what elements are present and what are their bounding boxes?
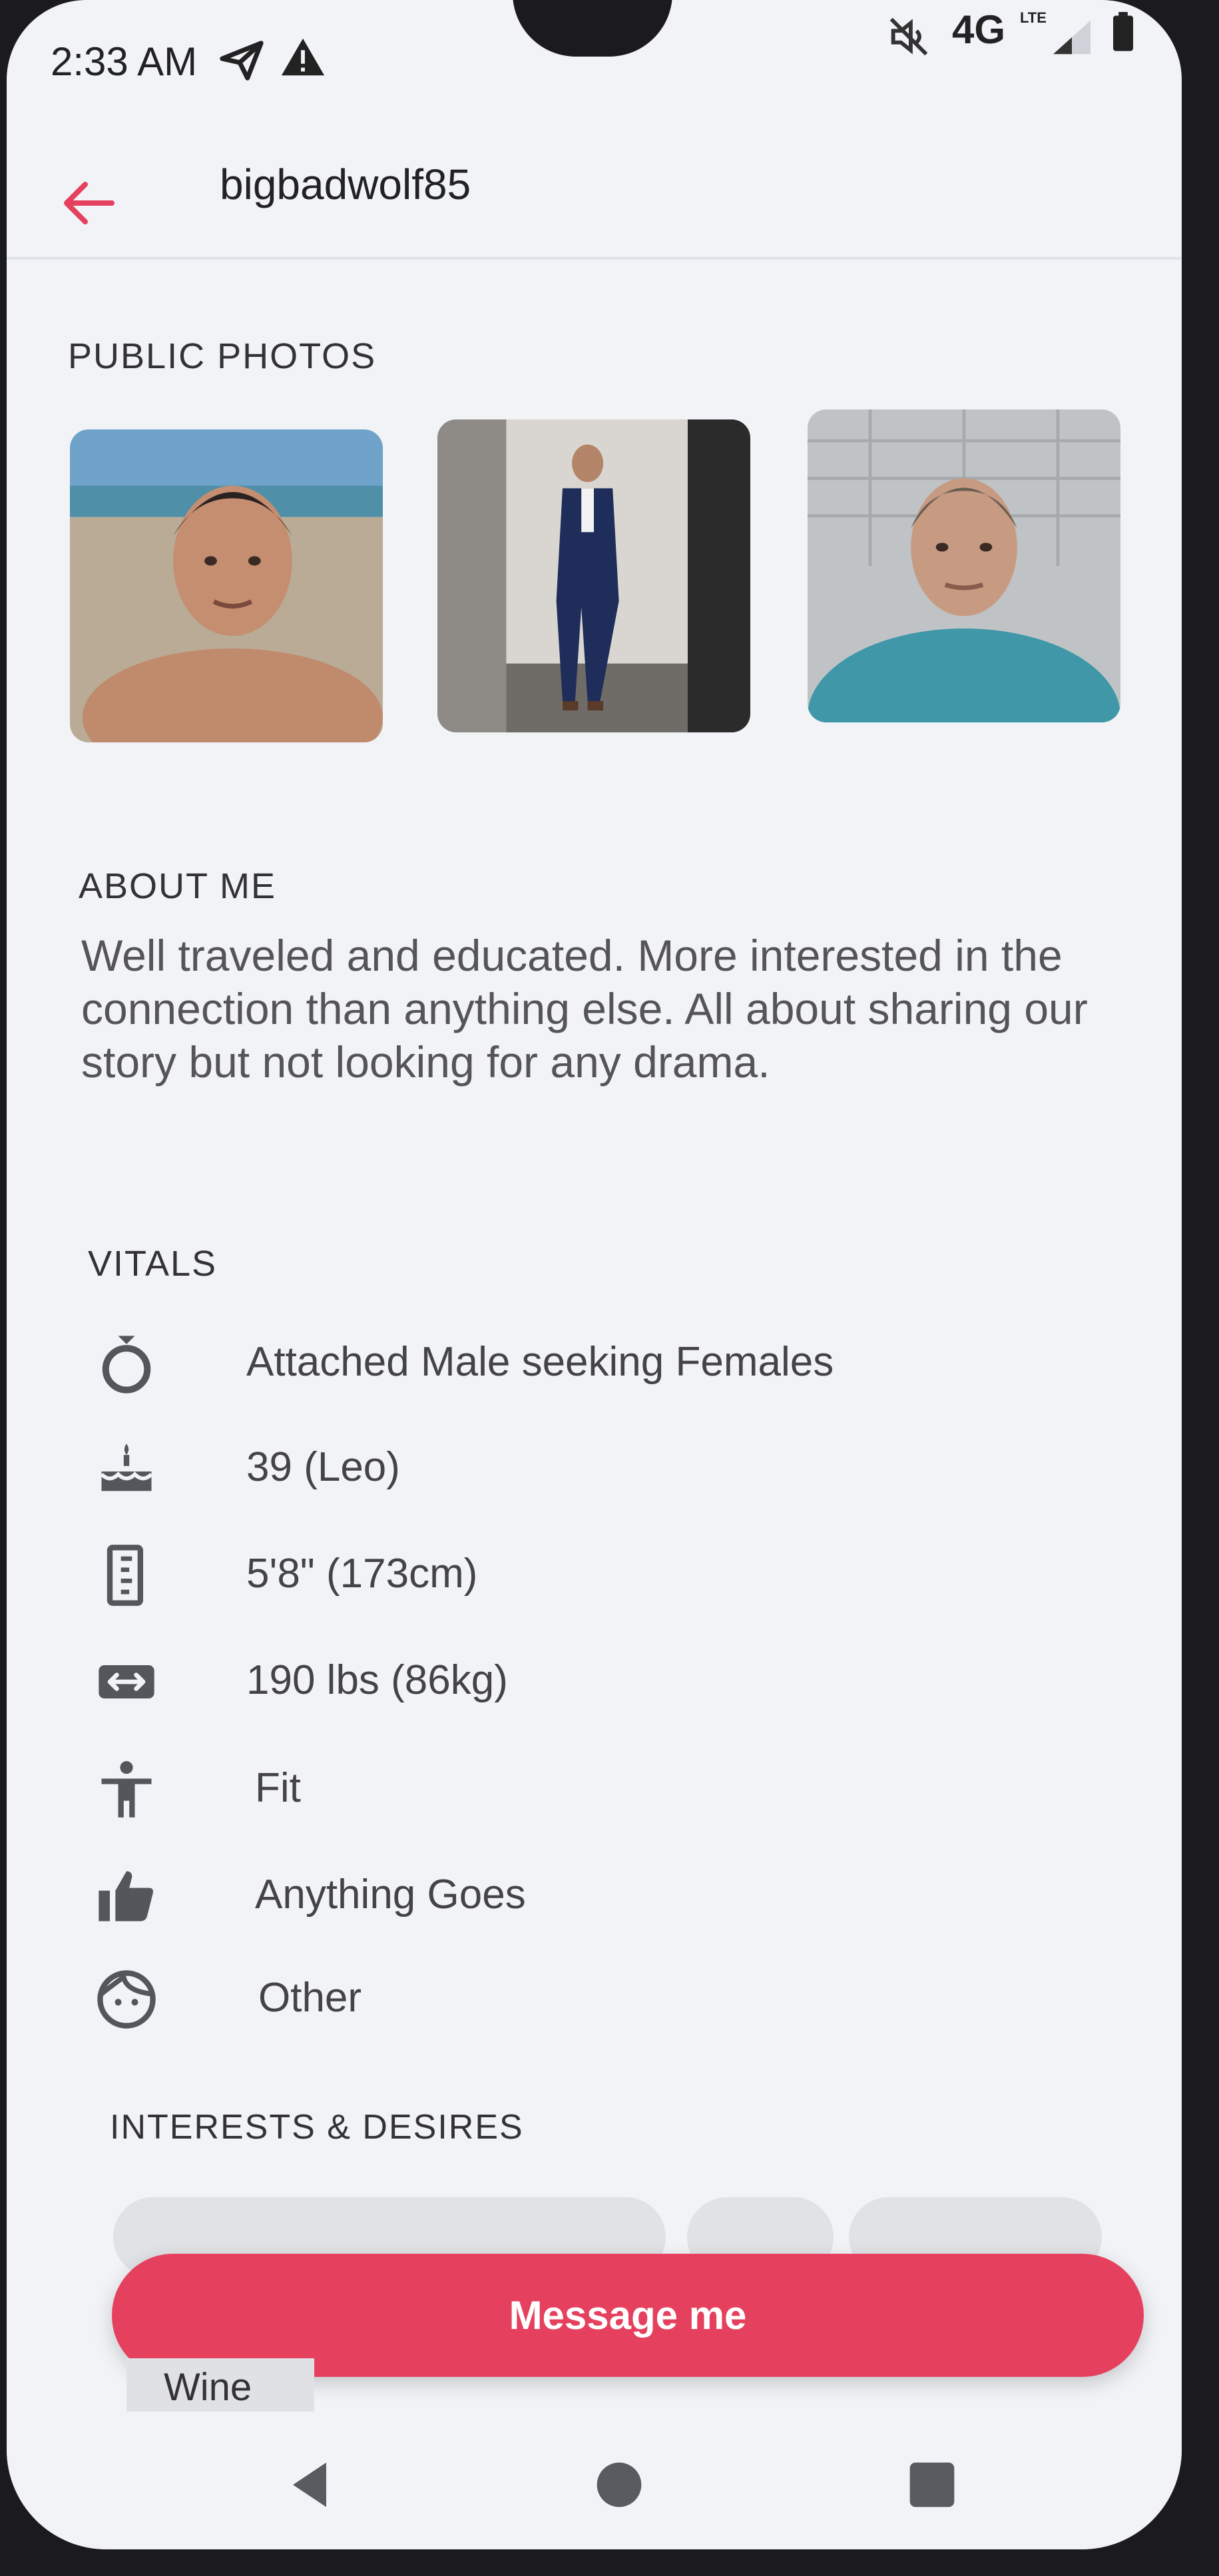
vital-text: Anything Goes xyxy=(255,1872,526,1918)
mute-icon xyxy=(889,17,928,56)
public-photos-title: PUBLIC PHOTOS xyxy=(68,336,377,376)
vital-body-type: Fit xyxy=(93,1751,1092,1831)
thumbs-up-icon xyxy=(99,1871,153,1922)
vital-relationship: Attached Male seeking Females xyxy=(93,1325,1092,1405)
status-time: 2:33 AM xyxy=(51,39,198,84)
vital-text: Fit xyxy=(255,1765,301,1811)
signal-icon xyxy=(1053,20,1091,55)
width-arrows-icon xyxy=(99,1665,154,1698)
interest-chip-label: Wine xyxy=(164,2366,252,2409)
profile-username: bigbadwolf85 xyxy=(220,160,471,208)
public-photo-1[interactable] xyxy=(70,429,383,742)
nav-back-icon[interactable] xyxy=(276,2451,343,2518)
warning-icon xyxy=(281,38,325,76)
face-icon xyxy=(97,1970,156,2029)
warehouse-selfie-photo xyxy=(808,409,1120,722)
cake-icon xyxy=(100,1443,153,1491)
interests-title: INTERESTS & DESIRES xyxy=(110,2108,524,2147)
about-me-text: Well traveled and educated. More interes… xyxy=(81,931,1088,1087)
mirror-suit-photo xyxy=(437,419,750,732)
vital-text: Attached Male seeking Females xyxy=(246,1339,834,1385)
vital-height: 5'8" (173cm) xyxy=(93,1537,1092,1617)
vital-text: 39 (Leo) xyxy=(246,1444,400,1490)
vital-age: 39 (Leo) xyxy=(93,1430,1092,1510)
app-bar: bigbadwolf85 xyxy=(7,127,1182,260)
vital-weight: 190 lbs (86kg) xyxy=(93,1643,1092,1723)
telegram-send-icon xyxy=(220,41,264,81)
vital-ethnicity: Other xyxy=(93,1961,1092,2041)
nav-recents-icon[interactable] xyxy=(899,2451,965,2518)
public-photo-3[interactable] xyxy=(808,409,1120,722)
public-photo-2[interactable] xyxy=(437,419,750,732)
person-icon xyxy=(101,1761,152,1818)
ruler-icon xyxy=(107,1545,144,1606)
network-lte: LTE xyxy=(1020,9,1047,26)
vital-text: 190 lbs (86kg) xyxy=(246,1657,508,1703)
battery-icon xyxy=(1113,12,1133,51)
vitals-title: VITALS xyxy=(88,1244,218,1284)
nav-home-icon[interactable] xyxy=(586,2451,652,2518)
vital-text: Other xyxy=(258,1975,362,2021)
vital-preference: Anything Goes xyxy=(93,1858,1092,1937)
arrow-left-icon[interactable] xyxy=(61,180,115,226)
vital-text: 5'8" (173cm) xyxy=(246,1551,478,1597)
system-nav-bar xyxy=(7,2417,1182,2549)
interest-chip-wine[interactable]: Wine xyxy=(126,2358,314,2412)
about-me-title: ABOUT ME xyxy=(79,866,277,906)
status-bar: 2:33 AM 4G LTE xyxy=(7,0,1182,127)
network-type: 4G xyxy=(952,7,1006,52)
phone-screen: 2:33 AM 4G LTE bigbadwolf85 PUBLIC PHOTO… xyxy=(7,0,1182,2549)
beach-selfie-photo xyxy=(70,429,383,742)
ring-icon xyxy=(102,1336,151,1394)
